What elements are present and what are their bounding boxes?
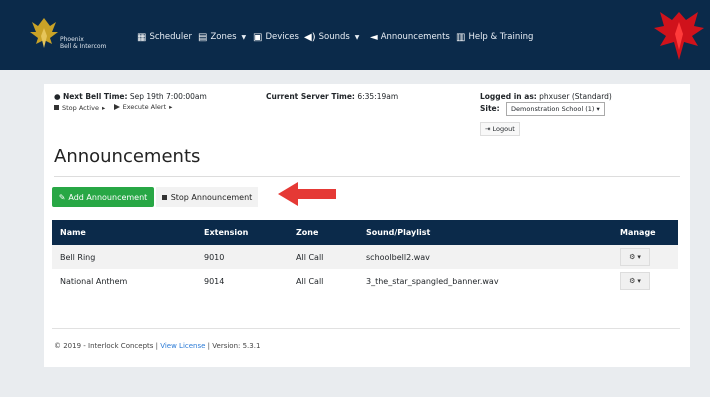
logout-icon: ⇥ bbox=[485, 125, 491, 133]
logged-in-value: phxuser (Standard) bbox=[539, 92, 612, 101]
execute-alert-label: Execute Alert bbox=[122, 103, 167, 111]
next-bell-value: Sep 19th 7:00:00am bbox=[129, 92, 207, 101]
server-time-info: Current Server Time: 6:35:19am bbox=[266, 92, 398, 102]
stop-icon bbox=[161, 194, 167, 200]
nav-help[interactable]: ▥ Help & Training bbox=[456, 30, 533, 44]
stop-announcement-label: Stop Announcement bbox=[170, 192, 253, 202]
nav-zones[interactable]: ▤ Zones ▼ bbox=[198, 30, 246, 44]
nav-devices-label: Devices bbox=[265, 32, 299, 42]
manage-button[interactable]: ⚙ ▾ bbox=[620, 248, 650, 266]
devices-icon: ▣ bbox=[253, 31, 263, 43]
user-info: Logged in as: phxuser (Standard) Site: D… bbox=[480, 92, 612, 116]
stop-announcement-button[interactable]: Stop Announcement bbox=[156, 187, 258, 207]
table-row: Bell Ring 9010 All Call schoolbell2.wav … bbox=[52, 245, 678, 269]
gears-icon: ⚙ bbox=[629, 277, 636, 285]
header-name: Name bbox=[60, 228, 86, 237]
play-icon bbox=[113, 104, 120, 110]
cell-name: National Anthem bbox=[60, 276, 128, 286]
add-announcement-button[interactable]: ✎ Add Announcement bbox=[52, 187, 154, 207]
header-sound: Sound/Playlist bbox=[366, 228, 431, 237]
footer: © 2019 - Interlock Concepts | View Licen… bbox=[54, 342, 260, 350]
main-card: ● Next Bell Time: Sep 19th 7:00:00am Sto… bbox=[44, 84, 690, 367]
edit-icon: ✎ bbox=[58, 192, 66, 202]
stop-active-label: Stop Active bbox=[62, 103, 99, 112]
gears-icon: ⚙ bbox=[629, 253, 636, 261]
chevron-down-icon: ▼ bbox=[354, 33, 360, 41]
manage-button[interactable]: ⚙ ▾ bbox=[620, 272, 650, 290]
chevron-down-icon: ▾ bbox=[637, 253, 641, 261]
brand-line2: Bell & Intercom bbox=[60, 43, 107, 50]
phoenix-logo-icon bbox=[30, 18, 58, 48]
logout-button[interactable]: ⇥ Logout bbox=[480, 122, 520, 136]
cell-extension: 9010 bbox=[204, 252, 225, 262]
brand[interactable]: Phoenix Bell & Intercom bbox=[28, 14, 118, 54]
cell-sound: schoolbell2.wav bbox=[366, 252, 430, 262]
next-bell-info: ● Next Bell Time: Sep 19th 7:00:00am Sto… bbox=[54, 92, 207, 113]
cell-name: Bell Ring bbox=[60, 252, 96, 262]
chevron-down-icon: ▾ bbox=[596, 105, 600, 113]
header-manage: Manage bbox=[620, 228, 656, 237]
help-icon: ▥ bbox=[456, 31, 466, 43]
cell-manage: ⚙ ▾ bbox=[612, 269, 678, 293]
cell-zone: All Call bbox=[296, 276, 324, 286]
site-label: Site: bbox=[480, 104, 500, 113]
nav-sounds-label: Sounds bbox=[318, 32, 350, 42]
site-select[interactable]: Demonstration School (1) ▾ bbox=[506, 102, 605, 116]
stop-icon bbox=[54, 105, 59, 110]
red-arrow-annotation-icon bbox=[278, 182, 336, 206]
cell-manage: ⚙ ▾ bbox=[612, 245, 678, 269]
table-row: National Anthem 9014 All Call 3_the_star… bbox=[52, 269, 678, 293]
nav-zones-label: Zones bbox=[210, 32, 237, 42]
info-circle-icon: ● bbox=[54, 92, 61, 101]
divider bbox=[54, 176, 680, 177]
page-title: Announcements bbox=[54, 146, 201, 167]
table-header-row: Name Extension Zone Sound/Playlist Manag… bbox=[52, 220, 678, 245]
nav-scheduler-label: Scheduler bbox=[149, 32, 193, 42]
execute-alert-button[interactable]: Execute Alert ▸ bbox=[113, 102, 173, 112]
logged-in-label: Logged in as: bbox=[480, 92, 537, 101]
footer-copyright: © 2019 - Interlock Concepts | bbox=[54, 342, 161, 350]
nav-scheduler[interactable]: ▦ Scheduler bbox=[137, 30, 192, 44]
server-time-label: Current Server Time: bbox=[266, 92, 355, 101]
nav-sounds[interactable]: ◀) Sounds ▼ bbox=[304, 30, 359, 44]
building-icon: ▤ bbox=[198, 31, 208, 43]
top-navbar: Phoenix Bell & Intercom ▦ Scheduler ▤ Zo… bbox=[0, 0, 710, 70]
phoenix-emblem-icon bbox=[654, 12, 704, 60]
header-zone: Zone bbox=[296, 228, 319, 237]
cell-extension: 9014 bbox=[204, 276, 225, 286]
megaphone-icon: ◄ bbox=[370, 31, 378, 43]
nav-announcements-label: Announcements bbox=[380, 32, 450, 42]
caret-right-icon: ▸ bbox=[169, 103, 173, 111]
brand-line1: Phoenix bbox=[60, 36, 84, 43]
header-extension: Extension bbox=[204, 228, 249, 237]
nav-announcements[interactable]: ◄ Announcements bbox=[370, 30, 450, 44]
announcements-table: Name Extension Zone Sound/Playlist Manag… bbox=[52, 220, 678, 293]
calendar-clock-icon: ▦ bbox=[137, 31, 147, 43]
footer-version: | Version: 5.3.1 bbox=[205, 342, 261, 350]
chevron-down-icon: ▼ bbox=[241, 33, 247, 41]
stop-active-button[interactable]: Stop Active ▸ bbox=[54, 103, 105, 113]
nav-devices[interactable]: ▣ Devices bbox=[253, 30, 299, 44]
nav-help-label: Help & Training bbox=[468, 32, 534, 42]
logout-label: Logout bbox=[492, 125, 515, 133]
speaker-icon: ◀) bbox=[304, 31, 316, 43]
cell-sound: 3_the_star_spangled_banner.wav bbox=[366, 276, 499, 286]
cell-zone: All Call bbox=[296, 252, 324, 262]
chevron-down-icon: ▾ bbox=[637, 277, 641, 285]
footer-divider bbox=[52, 328, 680, 329]
next-bell-label: Next Bell Time: bbox=[62, 92, 128, 101]
site-select-value: Demonstration School (1) bbox=[511, 105, 595, 113]
caret-right-icon: ▸ bbox=[101, 103, 106, 112]
add-announcement-label: Add Announcement bbox=[68, 192, 148, 202]
server-time-value: 6:35:19am bbox=[357, 92, 399, 101]
view-license-link[interactable]: View License bbox=[160, 342, 205, 350]
